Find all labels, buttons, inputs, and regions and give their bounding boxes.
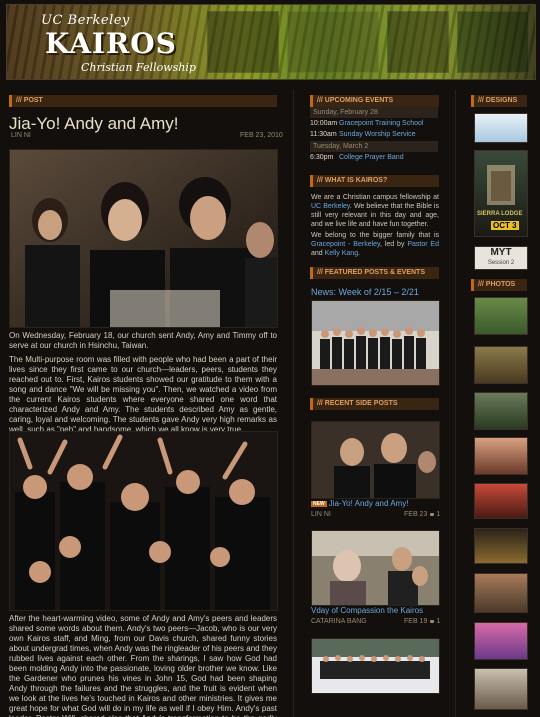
photo-thumb[interactable] xyxy=(474,668,528,710)
site-header-banner[interactable]: UC Berkeley KAIROS Christian Fellowship xyxy=(6,4,536,80)
events-heading: /// UPCOMING EVENTS xyxy=(310,95,439,107)
post-section-heading: /// POST xyxy=(9,95,277,107)
photo-thumb[interactable] xyxy=(474,622,528,660)
recent-post-author: LIN NI xyxy=(311,511,331,518)
kelly-kang-link[interactable]: Kelly Kang xyxy=(325,250,358,257)
photo-thumb[interactable] xyxy=(474,392,528,430)
event-day: Sunday, February 28 xyxy=(310,107,438,118)
recent-photo-illustration xyxy=(312,531,439,605)
recent-post-title[interactable]: NEW Jia-Yo! Andy and Amy! xyxy=(311,499,439,508)
about-text-2: We belong to the bigger family that is G… xyxy=(311,231,439,258)
about-text: . xyxy=(358,250,361,257)
comment-count[interactable]: 1 xyxy=(436,511,440,518)
gracepoint-link[interactable]: Gracepoint - Berkeley xyxy=(311,241,380,248)
photo-thumb[interactable] xyxy=(474,573,528,613)
event-day: Tuesday, March 2 xyxy=(310,141,438,152)
uc-berkeley-link[interactable]: UC Berkeley xyxy=(311,203,350,210)
event-link[interactable]: College Prayer Band xyxy=(339,152,404,163)
design-thumb-poster[interactable]: SIERRA LODGE OCT 3 xyxy=(474,150,528,237)
event-link[interactable]: Gracepoint Training School xyxy=(339,118,423,129)
banner-photo-2 xyxy=(287,11,379,73)
post-photo-illustration xyxy=(10,150,277,327)
logo-subtitle: Christian Fellowship xyxy=(81,61,196,74)
photo-thumb[interactable] xyxy=(474,346,528,384)
column-divider xyxy=(293,90,294,717)
recent-post-date-text: FEB 19 xyxy=(404,618,428,625)
recent-post-author: CATARINA BANG xyxy=(311,618,367,625)
designs-heading: /// DESIGNS xyxy=(471,95,527,107)
column-divider xyxy=(455,90,456,717)
event-item[interactable]: 10:00am Gracepoint Training School xyxy=(310,118,438,129)
featured-photo-group[interactable] xyxy=(311,300,440,386)
recent-post-date-text: FEB 23 xyxy=(404,511,428,518)
comment-icon xyxy=(430,619,435,623)
logo-university: UC Berkeley xyxy=(41,13,130,28)
poster-title: SIERRA LODGE xyxy=(477,211,523,217)
about-text: and xyxy=(311,250,325,257)
post-photo-dance[interactable] xyxy=(9,431,278,611)
event-time: 11:30am xyxy=(310,131,337,138)
event-item[interactable]: 6:30pm College Prayer Band xyxy=(310,152,438,163)
post-paragraph-3: After the heart-warming video, some of A… xyxy=(9,614,277,717)
logo-title: KAIROS xyxy=(45,27,177,60)
photo-thumb[interactable] xyxy=(474,528,528,564)
recent-post-photo-2[interactable] xyxy=(311,530,440,606)
design-thumb-myt[interactable]: MYT Session 2 xyxy=(474,246,528,270)
myt-sub: Session 2 xyxy=(487,260,515,266)
photos-heading: /// PHOTOS xyxy=(471,279,527,291)
recent-post-photo-3[interactable] xyxy=(311,638,440,694)
event-time: 10:00am xyxy=(310,120,338,127)
post-photo-crowd[interactable] xyxy=(9,149,278,328)
poster-date: OCT 3 xyxy=(491,221,519,230)
event-time: 6:30pm xyxy=(310,154,334,161)
event-link[interactable]: Sunday Worship Service xyxy=(339,129,416,140)
recent-post-title[interactable]: Vday of Compassion the Kairos xyxy=(311,606,439,615)
about-heading: /// WHAT IS KAIROS? xyxy=(310,175,439,187)
photo-thumb[interactable] xyxy=(474,297,528,335)
post-paragraph-2: The Multi-purpose room was filled with p… xyxy=(9,355,277,434)
post-photo-illustration xyxy=(10,432,277,610)
recent-photo-illustration xyxy=(312,422,439,498)
recent-post-date: FEB 19 1 xyxy=(404,618,440,625)
design-thumb-1[interactable] xyxy=(474,113,528,143)
post-date: FEB 23, 2010 xyxy=(240,132,283,139)
pastor-ed-link[interactable]: Pastor Ed xyxy=(407,241,439,248)
comment-icon xyxy=(430,512,435,516)
event-item[interactable]: 11:30am Sunday Worship Service xyxy=(310,129,438,140)
banner-photo-3 xyxy=(387,11,449,73)
featured-post-title[interactable]: News: Week of 2/15 – 2/21 xyxy=(311,287,419,297)
recent-photo-illustration xyxy=(312,639,439,693)
recent-heading: /// RECENT SIDE POSTS xyxy=(310,398,439,410)
recent-post-title-text[interactable]: Jia-Yo! Andy and Amy! xyxy=(329,499,409,508)
recent-post-date: FEB 23 1 xyxy=(404,511,440,518)
photo-thumb[interactable] xyxy=(474,483,528,519)
comment-count[interactable]: 1 xyxy=(436,618,440,625)
banner-photo-4 xyxy=(457,11,529,73)
about-text: , led by xyxy=(380,241,408,248)
myt-label: MYT xyxy=(490,247,512,258)
post-author: LIN NI xyxy=(11,132,31,139)
featured-heading: /// FEATURED POSTS & EVENTS xyxy=(310,267,439,279)
banner-photo-1 xyxy=(207,11,279,73)
featured-photo-illustration xyxy=(312,301,439,385)
recent-post-photo-1[interactable] xyxy=(311,421,440,499)
about-text: We belong to the bigger family that is xyxy=(311,232,439,239)
about-text-1: We are a Christian campus fellowship at … xyxy=(311,193,439,229)
new-badge: NEW xyxy=(311,500,327,507)
post-paragraph-1: On Wednesday, February 18, our church se… xyxy=(9,331,277,350)
photo-thumb[interactable] xyxy=(474,437,528,475)
about-text: We are a Christian campus fellowship at xyxy=(311,194,439,201)
post-title[interactable]: Jia-Yo! Andy and Amy! xyxy=(9,114,178,134)
